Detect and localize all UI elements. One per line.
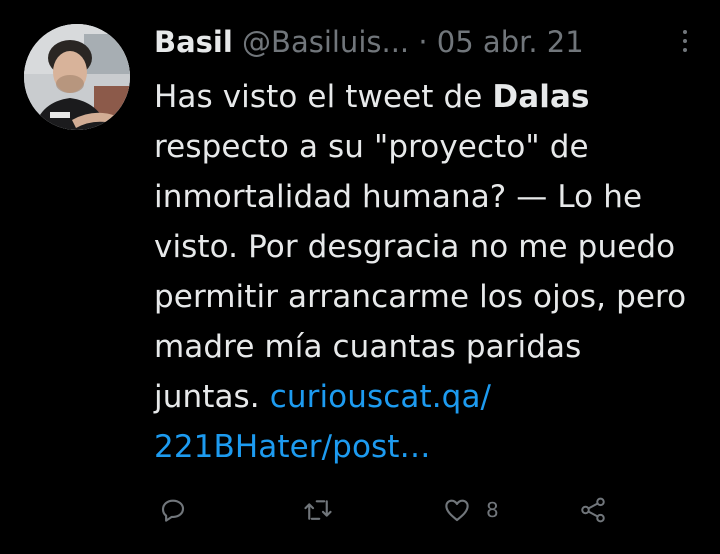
tweet-actions: 8 (154, 490, 674, 530)
like-count: 8 (486, 498, 499, 522)
reply-icon (161, 499, 185, 522)
tweet-header: Basil @Basiluis... · 05 abr. 21 (154, 22, 700, 62)
like-button[interactable]: 8 (442, 490, 499, 530)
retweet-button[interactable] (302, 490, 334, 530)
avatar-photo (24, 24, 130, 130)
tweet-card[interactable]: Basil @Basiluis... · 05 abr. 21 Has vist… (0, 0, 720, 554)
share-button[interactable] (578, 490, 608, 530)
tweet-text-part1: Has visto el tweet de (154, 79, 493, 115)
avatar[interactable] (24, 24, 130, 130)
author-name[interactable]: Basil (154, 25, 233, 59)
reply-button[interactable] (158, 490, 188, 530)
tweet-text-part2: respecto a su "proyecto" de inmortalidad… (154, 129, 687, 415)
author-handle[interactable]: @Basiluis... (242, 25, 409, 59)
header-separator: · (418, 25, 428, 59)
heart-icon (445, 499, 469, 522)
retweet-icon (304, 500, 332, 520)
tweet-text: Has visto el tweet de Dalas respecto a s… (154, 72, 694, 472)
share-icon (581, 497, 605, 523)
more-vertical-icon[interactable] (680, 30, 690, 56)
tweet-date[interactable]: 05 abr. 21 (437, 25, 584, 59)
tweet-text-mention: Dalas (492, 79, 590, 115)
